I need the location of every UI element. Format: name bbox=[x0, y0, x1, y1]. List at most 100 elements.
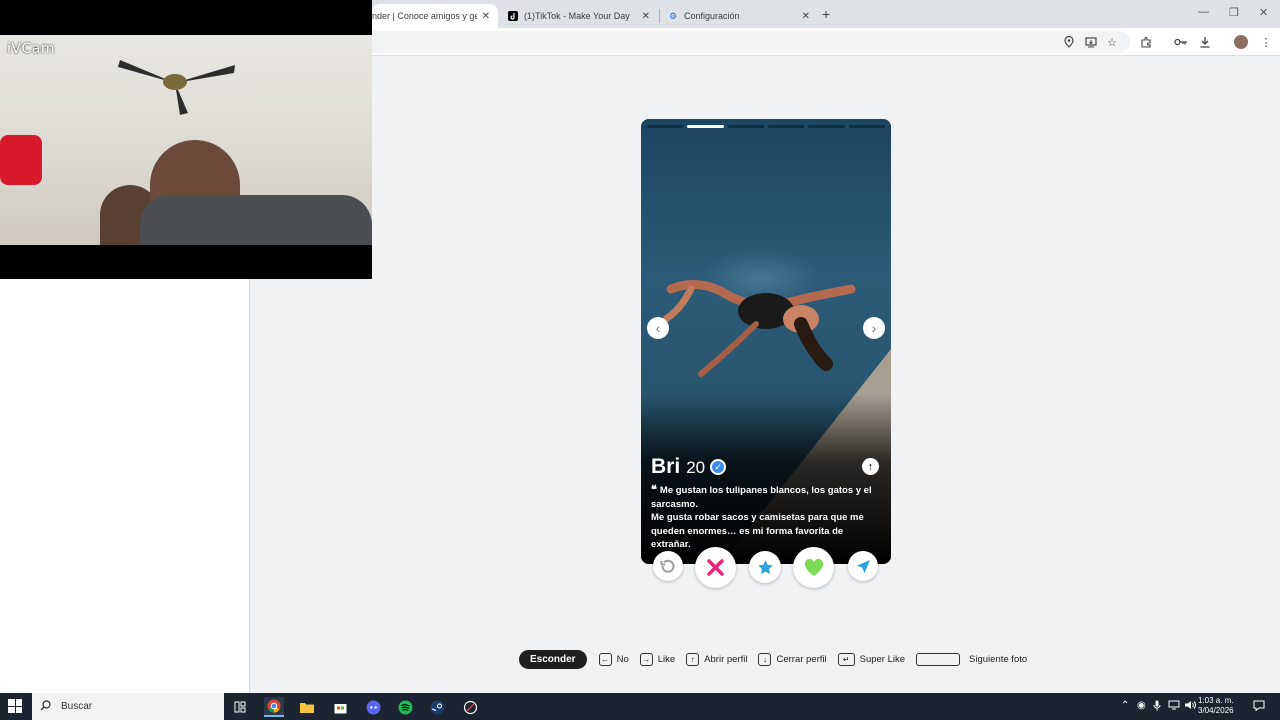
hide-shortcuts-button[interactable]: Esconder bbox=[519, 649, 587, 669]
menu-kebab-icon[interactable]: ⋮ bbox=[1258, 34, 1274, 50]
password-key-icon[interactable] bbox=[1173, 34, 1189, 50]
arrow-left-key-icon: ← bbox=[598, 652, 612, 666]
profile-age: 20 bbox=[686, 458, 706, 477]
star-icon bbox=[757, 559, 773, 574]
tray-chevron-icon[interactable]: ⌃ bbox=[1121, 700, 1129, 711]
open-profile-arrow-icon[interactable]: ↑ bbox=[862, 458, 879, 475]
photo-progress-segment bbox=[808, 125, 845, 128]
store-icon[interactable] bbox=[330, 697, 350, 717]
photo-progress-segment bbox=[647, 125, 684, 128]
shortcut-label: Siguiente foto bbox=[969, 653, 1028, 665]
shortcut-no: ← No bbox=[598, 652, 629, 666]
tab-settings[interactable]: ⚙ Configuración ✕ bbox=[660, 4, 818, 28]
person-shirt bbox=[140, 195, 372, 245]
volume-icon[interactable] bbox=[1184, 700, 1196, 713]
shortcut-open-profile: ↑ Abrir perfil bbox=[686, 652, 747, 666]
bio-line-1: Me gustan los tulipanes blancos, los gat… bbox=[651, 485, 872, 510]
system-clock[interactable]: 1:03 a. m. 3/04/2026 bbox=[1198, 696, 1234, 716]
tray-app-icon[interactable]: ◉ bbox=[1137, 700, 1146, 711]
windows-start-icon[interactable] bbox=[8, 699, 22, 713]
photo-progress-segment bbox=[848, 125, 885, 128]
enter-key-icon: ↵ bbox=[837, 652, 855, 666]
search-icon bbox=[40, 699, 51, 714]
bookmark-star-icon[interactable]: ☆ bbox=[1104, 34, 1120, 50]
shortcut-label: Cerrar perfil bbox=[776, 653, 827, 665]
profile-info: Bri 20 ✓ ❝ Me gustan los tulipanes blanco… bbox=[651, 455, 883, 552]
next-photo-button[interactable]: › bbox=[863, 317, 885, 339]
super-like-button[interactable] bbox=[749, 551, 781, 583]
location-icon[interactable] bbox=[1061, 34, 1077, 50]
rewind-button[interactable] bbox=[653, 551, 683, 581]
clock-time: 1:03 a. m. bbox=[1198, 696, 1234, 705]
action-buttons bbox=[641, 547, 891, 588]
minimize-button[interactable]: — bbox=[1198, 6, 1209, 18]
keyboard-shortcuts-bar: Esconder ← No → Like ↑ Abrir perfil ↓ Ce… bbox=[519, 649, 1038, 669]
extensions-icon[interactable] bbox=[1138, 34, 1154, 50]
ivcam-logo: iVCam bbox=[7, 41, 55, 57]
restore-button[interactable]: ❐ bbox=[1229, 6, 1239, 19]
tab-tiktok[interactable]: (1)TikTok - Make Your Day ✕ bbox=[500, 4, 658, 28]
new-tab-button[interactable]: + bbox=[822, 6, 830, 22]
profile-name: Bri bbox=[651, 455, 681, 478]
like-button[interactable] bbox=[793, 547, 834, 588]
red-object bbox=[0, 135, 42, 185]
microphone-icon[interactable] bbox=[1153, 700, 1161, 714]
profile-bio: ❝ Me gustan los tulipanes blancos, los ga… bbox=[651, 484, 883, 552]
tab-title: Configuración bbox=[684, 11, 740, 21]
left-sidebar-panel bbox=[0, 279, 250, 693]
photo-progress-segment bbox=[687, 125, 724, 128]
heart-icon bbox=[804, 558, 823, 576]
close-window-button[interactable]: ✕ bbox=[1259, 6, 1268, 19]
send-icon bbox=[856, 559, 870, 573]
install-app-icon[interactable] bbox=[1083, 34, 1099, 50]
verified-badge-icon: ✓ bbox=[710, 459, 727, 475]
tab-tinder[interactable]: nder | Conoce amigos y gente ✕ bbox=[372, 4, 498, 28]
shortcut-label: Like bbox=[657, 653, 676, 665]
search-placeholder: Buscar bbox=[61, 701, 93, 712]
app-icon[interactable] bbox=[460, 697, 480, 717]
network-icon[interactable] bbox=[1168, 700, 1180, 713]
webcam-video bbox=[0, 35, 372, 245]
spotify-icon[interactable] bbox=[395, 697, 415, 717]
profile-card[interactable]: ‹ › Bri 20 ✓ ❝ Me gustan los tulipanes bl… bbox=[641, 119, 891, 564]
arrow-down-key-icon: ↓ bbox=[758, 652, 772, 666]
file-explorer-icon[interactable] bbox=[297, 697, 317, 717]
close-tab-icon[interactable]: ✕ bbox=[482, 11, 490, 22]
bio-line-2: Me gusta robar sacos y camisetas para qu… bbox=[651, 512, 864, 550]
swimmer-figure bbox=[662, 280, 856, 377]
space-key-icon bbox=[916, 652, 961, 666]
steam-icon[interactable] bbox=[427, 697, 447, 717]
arrow-up-key-icon: ↑ bbox=[686, 652, 700, 666]
ceiling-fan bbox=[118, 60, 235, 115]
photo-progress bbox=[647, 125, 885, 128]
tab-title: nder | Conoce amigos y gente bbox=[372, 11, 477, 21]
chrome-icon[interactable] bbox=[264, 697, 284, 717]
photo-progress-segment bbox=[767, 125, 805, 128]
notifications-icon[interactable] bbox=[1253, 700, 1265, 714]
shortcut-label: No bbox=[616, 653, 629, 665]
profile-avatar[interactable] bbox=[1234, 35, 1248, 49]
discord-icon[interactable] bbox=[363, 697, 383, 717]
shortcut-super-like: ↵ Super Like bbox=[837, 652, 905, 666]
tiktok-icon bbox=[508, 11, 518, 21]
shortcut-next-photo: Siguiente foto bbox=[916, 652, 1028, 666]
windows-taskbar: Buscar ⌃ ◉ 1:03 a. m. 3/04/2026 bbox=[0, 693, 1280, 720]
arrow-right-key-icon: → bbox=[639, 652, 653, 666]
photo-progress-segment bbox=[727, 125, 764, 128]
close-icon bbox=[707, 559, 724, 576]
shortcut-like: → Like bbox=[639, 652, 676, 666]
close-tab-icon[interactable]: ✕ bbox=[642, 11, 650, 22]
task-view-icon[interactable] bbox=[230, 697, 250, 717]
shortcut-close-profile: ↓ Cerrar perfil bbox=[758, 652, 827, 666]
rewind-icon bbox=[660, 559, 675, 573]
gear-icon: ⚙ bbox=[668, 10, 678, 21]
taskbar-search[interactable]: Buscar bbox=[32, 693, 224, 720]
close-tab-icon[interactable]: ✕ bbox=[802, 11, 810, 22]
previous-photo-button[interactable]: ‹ bbox=[647, 317, 669, 339]
download-icon[interactable] bbox=[1197, 34, 1213, 50]
clock-date: 3/04/2026 bbox=[1198, 706, 1234, 715]
quote-icon: ❝ bbox=[651, 484, 657, 496]
webcam-overlay: iVCam bbox=[0, 0, 372, 279]
boost-button[interactable] bbox=[848, 551, 878, 581]
nope-button[interactable] bbox=[695, 547, 736, 588]
